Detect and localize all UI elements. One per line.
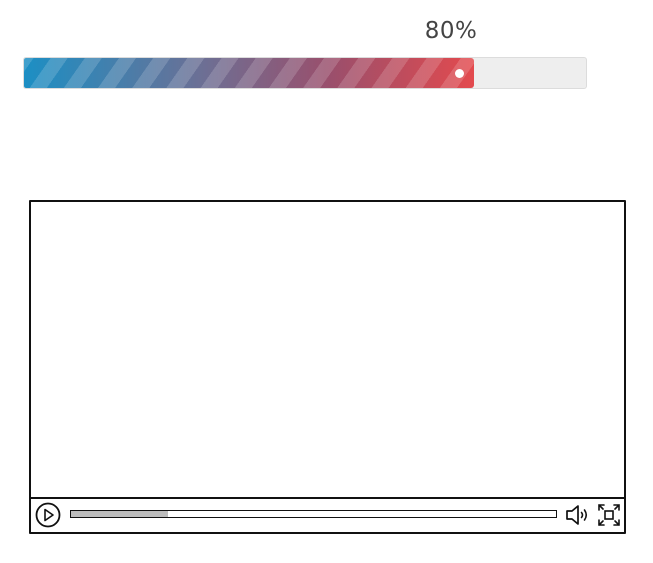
progress-bar-fill <box>24 58 474 88</box>
volume-icon <box>566 505 588 525</box>
play-button[interactable] <box>35 502 61 528</box>
fullscreen-button[interactable] <box>597 503 621 527</box>
progress-bar <box>23 57 587 89</box>
seek-bar-played <box>71 511 168 517</box>
seek-bar[interactable] <box>70 510 557 518</box>
fullscreen-icon <box>598 504 620 526</box>
progress-percent-label: 80% <box>424 18 478 44</box>
volume-button[interactable] <box>565 503 591 527</box>
video-area[interactable] <box>31 202 624 499</box>
video-control-bar <box>31 497 624 532</box>
play-icon <box>35 502 61 528</box>
video-player <box>29 200 626 534</box>
progress-bar-knob[interactable] <box>454 69 464 78</box>
